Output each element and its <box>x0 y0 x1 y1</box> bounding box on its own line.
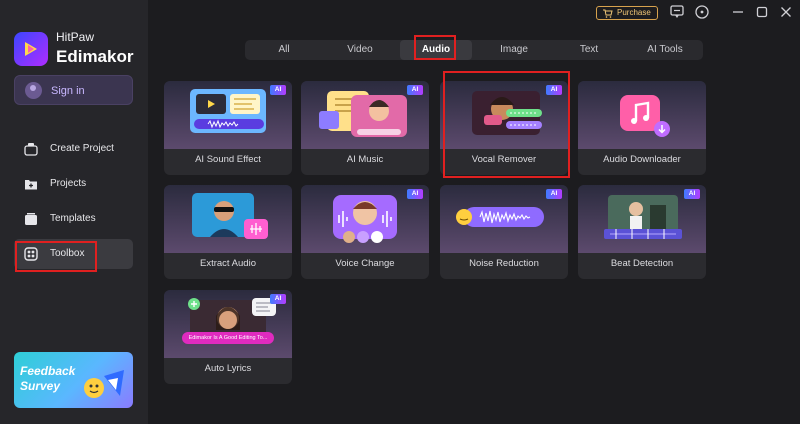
tool-label: Auto Lyrics <box>204 363 252 374</box>
templates-icon <box>25 213 37 225</box>
purchase-button[interactable]: Purchase <box>596 6 658 20</box>
ai-badge: AI <box>407 189 423 199</box>
cart-icon <box>603 9 613 18</box>
ai-badge: AI <box>684 189 700 199</box>
sidebar-item-label: Templates <box>50 213 96 224</box>
info-icon[interactable] <box>694 4 710 20</box>
home-icon <box>24 143 38 156</box>
lyrics-caption: Edimakor Is A Good Editing To... <box>188 335 268 341</box>
tool-card-extract-audio[interactable]: Extract Audio <box>164 185 292 279</box>
sidebar-item-label: Create Project <box>50 143 114 154</box>
tab-image[interactable]: Image <box>479 40 549 60</box>
highlight-box <box>15 241 97 272</box>
sidebar-item-templates[interactable]: Templates <box>14 204 133 234</box>
brand-name: Edimakor <box>56 47 134 66</box>
edimakor-logo <box>14 32 48 66</box>
tool-label: Voice Change <box>335 258 395 269</box>
avatar-icon <box>25 82 42 99</box>
tool-card-noise-reduction[interactable]: AI Noise Reduction <box>440 185 568 279</box>
tool-card-ai-music[interactable]: AI AI Music <box>301 81 429 175</box>
chat-icon[interactable] <box>669 4 685 20</box>
sign-in-button[interactable]: Sign in <box>14 75 133 105</box>
folder-plus-icon <box>25 180 37 190</box>
tab-all[interactable]: All <box>253 40 315 60</box>
sidebar-item-create-project[interactable]: Create Project <box>14 134 133 164</box>
tab-ai-tools[interactable]: AI Tools <box>629 40 701 60</box>
ai-badge: AI <box>270 294 286 304</box>
audio-downloader-illustration-icon <box>620 95 670 137</box>
highlight-box <box>443 71 570 178</box>
tool-card-audio-downloader[interactable]: Audio Downloader <box>578 81 706 175</box>
tab-text[interactable]: Text <box>555 40 623 60</box>
tool-label: AI Music <box>346 154 384 165</box>
tool-card-ai-sound-effect[interactable]: AI AI Sound Effect <box>164 81 292 175</box>
survey-illustration-icon <box>84 370 124 398</box>
maximize-icon[interactable] <box>754 4 770 20</box>
sidebar-item-label: Projects <box>50 178 87 189</box>
tool-card-voice-change[interactable]: AI Voice Change <box>301 185 429 279</box>
tool-label: Extract Audio <box>200 258 256 269</box>
minimize-icon[interactable] <box>730 4 746 20</box>
sidebar: HitPaw Edimakor Sign in Create Project P… <box>0 0 148 424</box>
tab-video[interactable]: Video <box>327 40 393 60</box>
survey-line-1: Feedback <box>20 364 76 378</box>
sign-in-label: Sign in <box>51 85 85 97</box>
feedback-survey-banner[interactable]: Feedback Survey <box>14 352 133 408</box>
tool-card-beat-detection[interactable]: AI Beat Detection <box>578 185 706 279</box>
tool-label: AI Sound Effect <box>195 154 261 165</box>
tool-card-auto-lyrics[interactable]: Edimakor Is A Good Editing To... AI Auto… <box>164 290 292 384</box>
category-tabs: All Video Audio Image Text AI Tools <box>245 40 703 60</box>
tool-label: Beat Detection <box>610 258 674 269</box>
tool-label: Noise Reduction <box>469 258 539 269</box>
ai-badge: AI <box>546 189 562 199</box>
purchase-label: Purchase <box>617 8 651 17</box>
brand-top: HitPaw <box>56 30 95 44</box>
ai-badge: AI <box>407 85 423 95</box>
highlight-box <box>414 35 456 60</box>
close-icon[interactable] <box>778 4 794 20</box>
ai-badge: AI <box>270 85 286 95</box>
extract-audio-illustration-icon <box>192 193 268 239</box>
tool-label: Audio Downloader <box>603 154 681 165</box>
survey-line-2: Survey <box>20 379 61 393</box>
sidebar-item-projects[interactable]: Projects <box>14 169 133 199</box>
